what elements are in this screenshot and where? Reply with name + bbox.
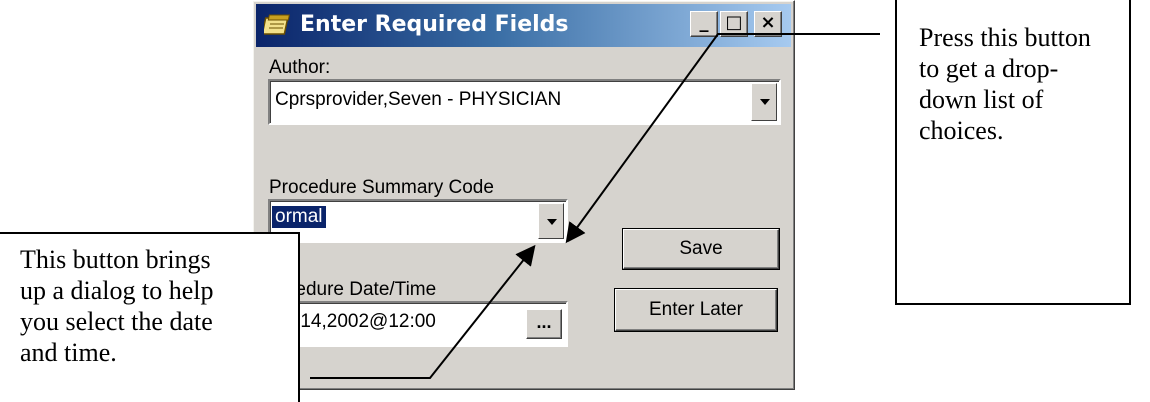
minimize-icon: _	[699, 12, 709, 33]
ellipsis-icon: ...	[536, 312, 552, 332]
procedure-summary-combobox[interactable]: ormal	[268, 199, 568, 243]
callout-line: choices.	[919, 116, 1004, 145]
author-label: Author:	[269, 57, 331, 78]
callout-line: down list of	[919, 85, 1044, 114]
procedure-summary-label: Procedure Summary Code	[269, 177, 494, 198]
callout-date-dialog-help: This button brings up a dialog to help y…	[0, 232, 300, 402]
callout-line: Press this button	[919, 23, 1091, 52]
maximize-button[interactable]: □	[720, 11, 748, 37]
maximize-icon: □	[725, 12, 743, 33]
close-button[interactable]: ×	[754, 11, 782, 37]
date-picker-button[interactable]: ...	[526, 309, 562, 339]
save-button[interactable]: Save	[623, 229, 779, 269]
save-button-label: Save	[679, 238, 723, 259]
chevron-down-icon	[760, 99, 770, 105]
author-dropdown-button[interactable]	[751, 83, 777, 121]
callout-line: up a dialog to help	[20, 276, 214, 305]
author-combobox[interactable]: Cprsprovider,Seven - PHYSICIAN	[268, 79, 781, 125]
procedure-date-field[interactable]: ay 14,2002@12:00 ...	[268, 301, 568, 347]
title-bar[interactable]: Enter Required Fields _ □ ×	[256, 4, 791, 47]
notepad-icon	[261, 12, 294, 38]
callout-line: to get a drop-	[919, 54, 1059, 83]
callout-dropdown-help: Press this button to get a drop- down li…	[895, 0, 1131, 305]
callout-line: you select the date	[20, 307, 213, 336]
callout-line: and time.	[20, 338, 117, 367]
author-value: Cprsprovider,Seven - PHYSICIAN	[275, 89, 562, 110]
enter-later-button[interactable]: Enter Later	[615, 289, 777, 331]
dialog-title: Enter Required Fields	[300, 12, 569, 37]
enter-later-button-label: Enter Later	[649, 299, 743, 320]
chevron-down-icon	[547, 219, 557, 225]
procedure-summary-value: ormal	[272, 206, 326, 228]
callout-line: This button brings	[20, 245, 211, 274]
minimize-button[interactable]: _	[690, 11, 718, 37]
enter-required-fields-dialog: Enter Required Fields _ □ × Author: Cprs…	[252, 0, 795, 390]
procedure-summary-dropdown-button[interactable]	[538, 203, 564, 239]
close-icon: ×	[760, 12, 776, 33]
